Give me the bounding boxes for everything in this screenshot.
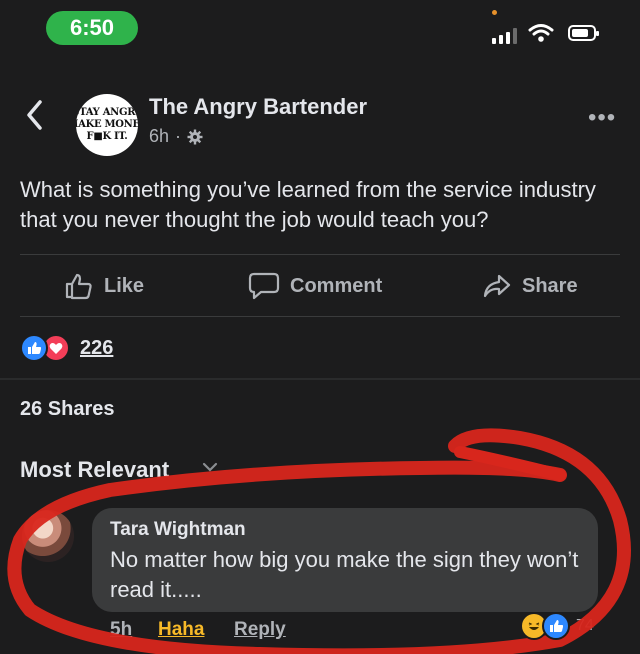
avatar-line-3: F■K IT. — [86, 131, 128, 142]
like-reaction-icon — [20, 334, 48, 362]
more-icon[interactable]: ••• — [588, 104, 616, 132]
comment-react-button[interactable]: Haha — [158, 619, 204, 641]
like-button[interactable]: Like — [64, 268, 144, 304]
share-count[interactable]: 26 Shares — [20, 398, 115, 421]
chevron-down-icon[interactable] — [202, 460, 218, 474]
gear-icon — [187, 129, 203, 144]
divider — [20, 316, 620, 317]
page-avatar[interactable]: STAY ANGRY MAKE MONEY F■K IT. — [76, 94, 138, 156]
meta-separator: · — [175, 126, 182, 146]
wifi-icon — [528, 24, 554, 42]
like-reaction-icon — [542, 612, 570, 640]
like-icon — [65, 273, 92, 300]
like-label: Like — [104, 274, 145, 297]
avatar-line-1: STAY ANGRY — [76, 107, 138, 118]
post-meta: 6h · — [149, 126, 203, 147]
status-time: 6:50 — [46, 11, 138, 45]
share-button[interactable]: Share — [482, 268, 578, 304]
comment-author[interactable]: Tara Wightman — [110, 519, 246, 541]
signal-icon — [492, 26, 520, 44]
back-chevron-icon[interactable] — [24, 98, 46, 132]
reaction-count[interactable]: 226 — [80, 337, 113, 360]
comment-reply-button[interactable]: Reply — [234, 619, 286, 641]
post-time[interactable]: 6h — [149, 126, 169, 147]
comment-reaction-count: 74 — [576, 617, 594, 634]
post-reactions[interactable]: 226 — [20, 334, 113, 362]
comment-icon — [248, 272, 280, 300]
post-text: What is something you’ve learned from th… — [20, 177, 596, 232]
share-label: Share — [522, 274, 578, 297]
privacy-indicator-dot — [492, 10, 497, 15]
divider — [20, 254, 620, 255]
comment-label: Comment — [290, 274, 383, 297]
comment-time[interactable]: 5h — [110, 619, 132, 641]
battery-icon — [568, 25, 599, 41]
commenter-avatar[interactable] — [22, 510, 74, 562]
avatar-line-2: MAKE MONEY — [76, 119, 138, 130]
comment-text: No matter how big you make the sign they… — [110, 547, 579, 602]
comment-reactions[interactable]: 74 — [520, 612, 594, 640]
comment-sort-label[interactable]: Most Relevant — [20, 457, 169, 483]
comment-button[interactable]: Comment — [248, 268, 382, 304]
page-name[interactable]: The Angry Bartender — [149, 94, 367, 120]
section-divider — [0, 378, 640, 380]
share-icon — [483, 274, 511, 298]
